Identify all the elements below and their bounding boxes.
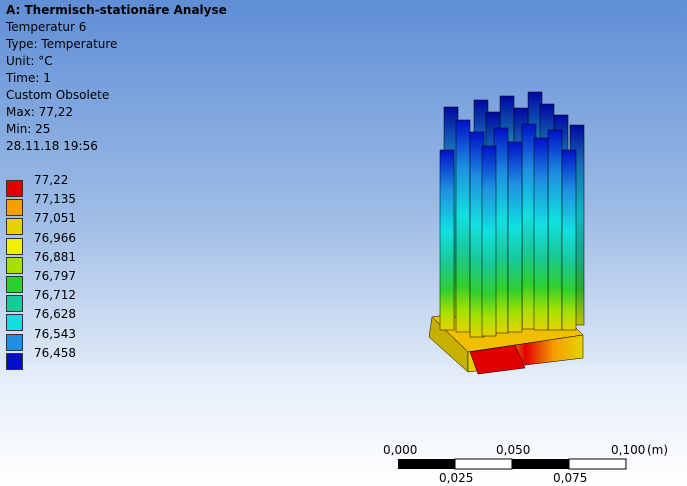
scale-label: 0,075 [553, 471, 588, 485]
scale-unit: (m) [647, 443, 669, 457]
scale-segment [568, 458, 627, 470]
scale-label: 0,025 [439, 471, 474, 485]
scale-label: 0,100 [611, 443, 646, 457]
scale-segment [398, 459, 455, 469]
scale-segment [512, 459, 569, 469]
scale-label: 0,050 [496, 443, 531, 457]
scale-bar-graphic [398, 458, 627, 470]
scale-label: 0,000 [383, 443, 418, 457]
scale-segment [454, 458, 513, 470]
